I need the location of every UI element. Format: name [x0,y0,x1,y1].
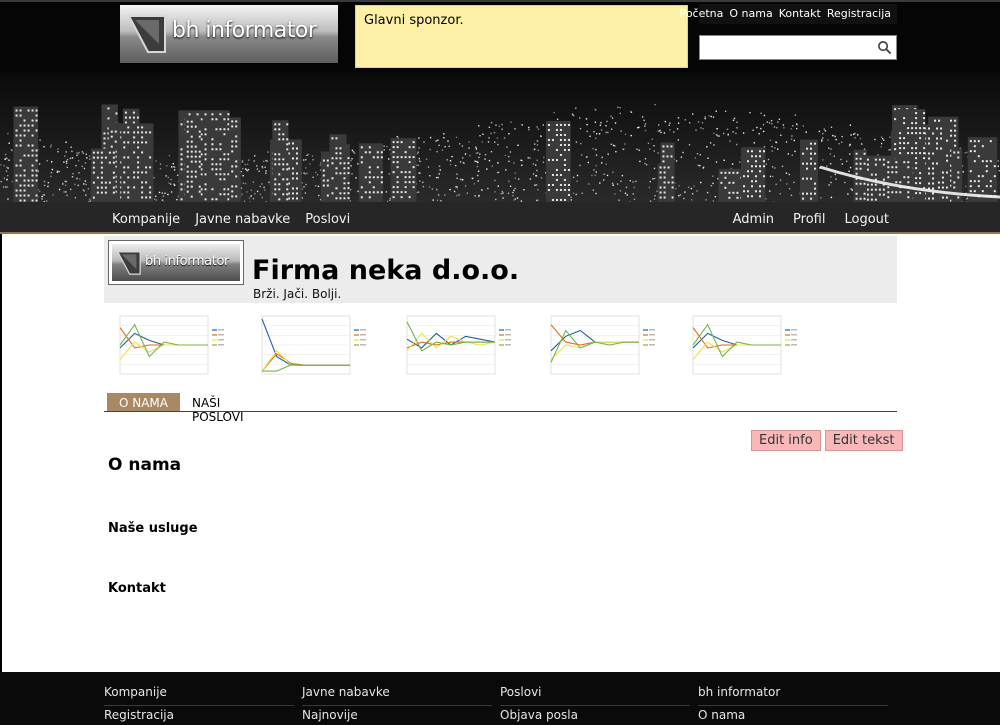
main-navigation: Kompanije Javne nabavke Poslovi Admin Pr… [0,202,1000,234]
site-header: bh informator Glavni sponzor. Početna O … [0,0,1000,202]
company-logo-mark-icon [116,251,141,275]
city-night-banner [0,72,1000,202]
edit-info-button[interactable]: Edit info [751,430,821,451]
contact-heading: Kontakt [108,581,166,596]
footer-link-latest[interactable]: Najnovije [302,707,492,725]
company-tabs: O NAMA NAŠI POSLOVI [104,393,897,424]
main-sponsor-box[interactable]: Glavni sponzor. [355,5,688,68]
header-topline [0,0,1000,2]
nav-logout[interactable]: Logout [844,212,889,227]
tab-our-jobs[interactable]: NAŠI POSLOVI [192,393,272,424]
search-input[interactable] [700,36,872,59]
footer-link-companies[interactable]: Kompanije [104,684,294,706]
site-footer: Kompanije Registracija Javne nabavke Naj… [0,672,1000,725]
footer-link-registration[interactable]: Registracija [104,707,294,725]
top-link-register[interactable]: Registracija [827,7,891,24]
footer-link-post-job[interactable]: Objava posla [500,707,690,725]
chart-thumbnail-4[interactable] [537,310,657,386]
footer-column-4: bh informator O nama [698,684,888,725]
tab-about-us[interactable]: O NAMA [107,393,180,411]
company-name: Firma neka d.o.o. [252,255,520,286]
footer-link-public-procurement[interactable]: Javne nabavke [302,684,492,706]
footer-column-2: Javne nabavke Najnovije [302,684,492,725]
nav-public-procurement[interactable]: Javne nabavke [195,212,290,227]
chart-thumbnail-5[interactable] [679,310,799,386]
company-banner: bh informator Firma neka d.o.o. Brži. Ja… [104,236,897,303]
top-link-contact[interactable]: Kontakt [779,7,821,24]
nav-jobs[interactable]: Poslovi [305,212,350,227]
logo-mark-icon [127,15,166,53]
edit-text-button[interactable]: Edit tekst [824,430,903,451]
chart-thumbnail-3[interactable] [393,310,513,386]
footer-link-about[interactable]: O nama [698,707,888,725]
footer-link-jobs[interactable]: Poslovi [500,684,690,706]
sponsor-text: Glavni sponzor. [364,13,464,28]
nav-companies[interactable]: Kompanije [112,212,180,227]
company-logo-text: bh informator [145,254,229,269]
top-links: Početna O nama Kontakt Registracija [680,4,897,24]
top-link-home[interactable]: Početna [680,7,724,24]
footer-link-bh-informator[interactable]: bh informator [698,684,888,706]
top-link-about[interactable]: O nama [729,7,772,24]
company-slogan: Brži. Jači. Bolji. [253,287,342,301]
chart-thumbnail-1[interactable] [106,310,226,386]
nav-admin[interactable]: Admin [733,212,774,227]
edit-actions: Edit info Edit tekst [751,430,903,451]
chart-gallery [106,310,896,388]
footer-column-1: Kompanije Registracija [104,684,294,725]
about-heading: O nama [108,455,182,475]
search-icon[interactable] [877,40,892,55]
search-box [699,35,897,60]
company-logo: bh informator [108,240,244,285]
site-logo[interactable]: bh informator [120,5,338,63]
services-heading: Naše usluge [108,521,198,536]
chart-thumbnail-2[interactable] [248,310,368,386]
logo-text: bh informator [172,18,317,43]
footer-column-3: Poslovi Objava posla [500,684,690,725]
nav-profile[interactable]: Profil [793,212,825,227]
